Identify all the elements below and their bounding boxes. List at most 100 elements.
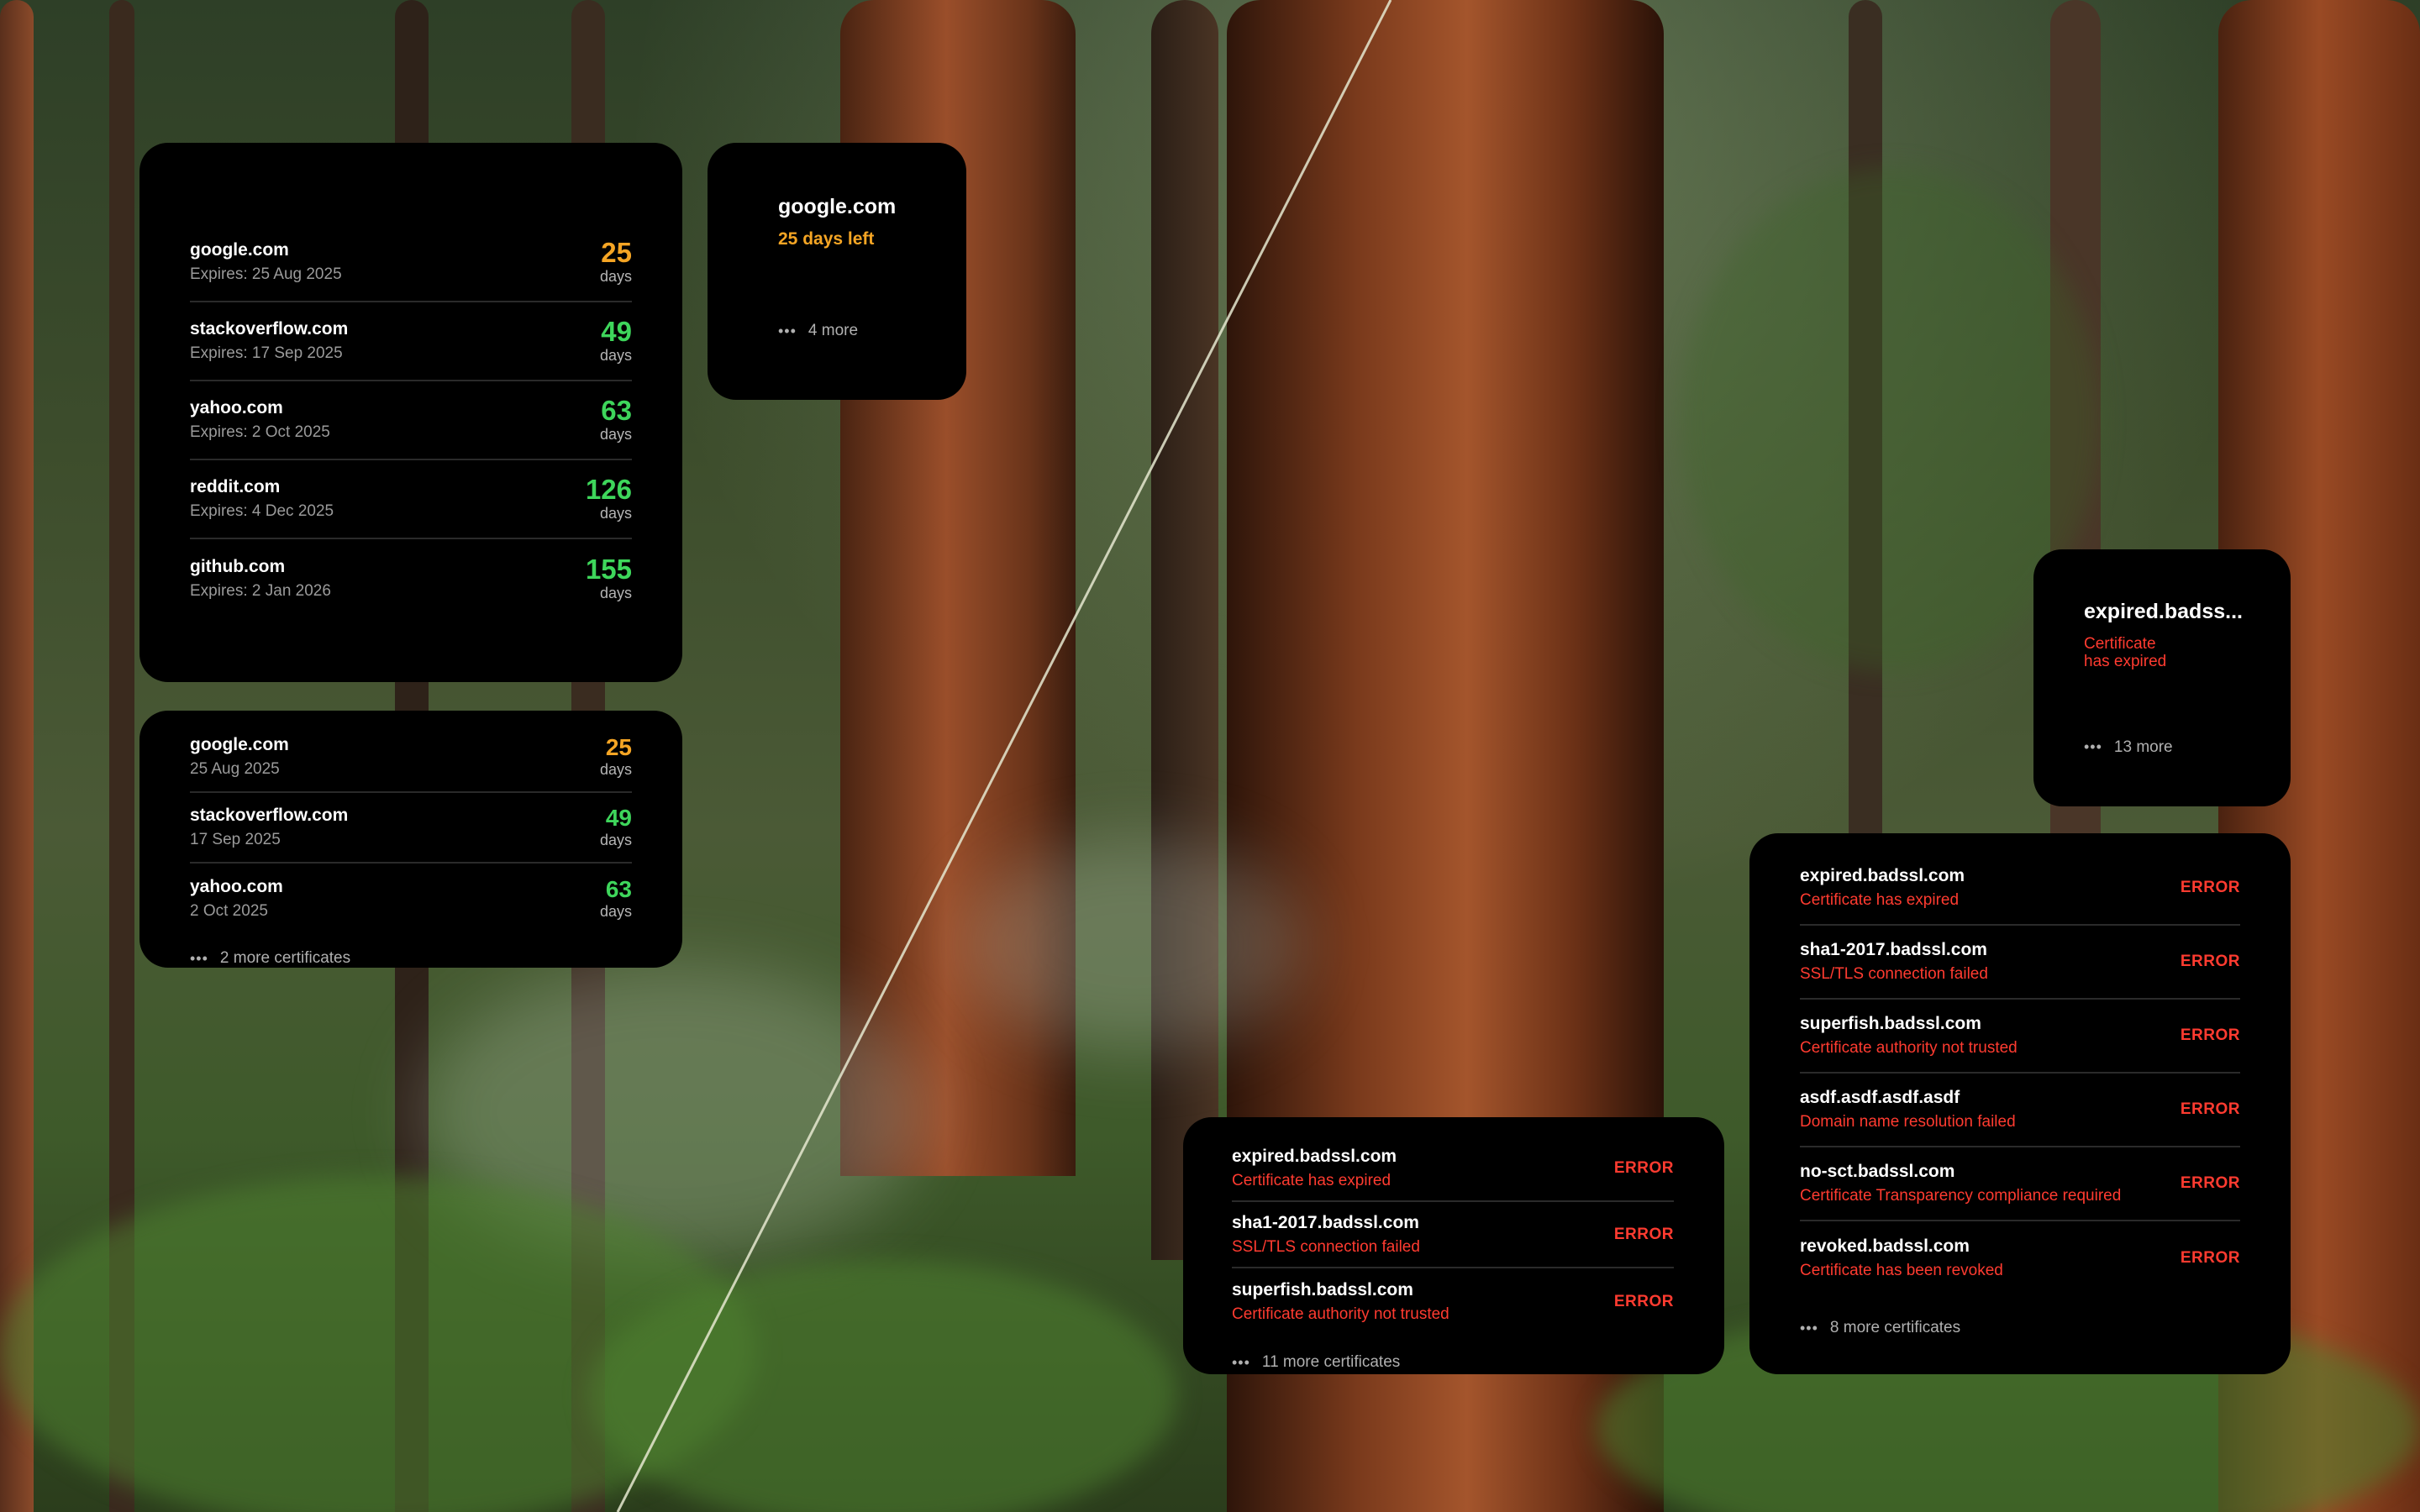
error-message: SSL/TLS connection failed [1232, 1237, 1420, 1256]
days-unit: days [599, 902, 632, 920]
domain-name: yahoo.com [190, 877, 283, 896]
days-remaining: 25 [605, 733, 632, 760]
days-unit: days [599, 760, 632, 778]
domain-name: github.com [190, 557, 286, 576]
domain-name: sha1-2017.badssl.com [1800, 940, 1987, 959]
error-message: Certificate has expired [1800, 891, 1960, 909]
days-left-label: 25 days left [778, 229, 875, 249]
expiry-date: 25 Aug 2025 [190, 760, 280, 778]
error-badge: ERROR [2180, 1249, 2240, 1267]
error-row[interactable]: asdf.asdf.asdf.asdf Domain name resoluti… [1800, 1074, 2240, 1147]
certificate-widget-small[interactable]: google.com 25 days left ••• 4 more [708, 143, 966, 400]
domain-name: expired.badssl.com [1232, 1146, 1397, 1166]
error-badge: ERROR [2180, 1026, 2240, 1044]
domain-name: google.com [190, 735, 289, 754]
domain-name: expired.badss... [2084, 600, 2243, 623]
domain-name: stackoverflow.com [190, 806, 349, 825]
more-count: 8 more certificates [1829, 1319, 1961, 1336]
domain-name: google.com [190, 240, 289, 260]
ellipsis-icon: ••• [190, 949, 208, 967]
days-unit: days [599, 426, 632, 443]
domain-name: reddit.com [190, 477, 281, 496]
more-indicator: ••• 4 more [778, 322, 966, 340]
error-message: Certificate has expired [1232, 1171, 1392, 1189]
error-badge: ERROR [2180, 1174, 2240, 1192]
more-indicator: ••• 2 more certificates [190, 949, 632, 968]
error-message: Domain name resolution failed [1800, 1113, 2016, 1131]
error-row[interactable]: expired.badssl.com Certificate has expir… [1232, 1136, 1674, 1202]
domain-name: sha1-2017.badssl.com [1232, 1212, 1419, 1232]
certificate-error-widget-small[interactable]: expired.badss... Certificate has expired… [2033, 549, 2291, 806]
error-message-line: has expired [2084, 652, 2167, 670]
domain-name: google.com [778, 195, 897, 218]
expiry-date: Expires: 25 Aug 2025 [190, 265, 342, 283]
more-count: 11 more certificates [1261, 1353, 1401, 1371]
error-row[interactable]: superfish.badssl.com Certificate authori… [1800, 1000, 2240, 1074]
days-remaining: 49 [605, 804, 632, 831]
days-unit: days [599, 831, 632, 848]
error-badge: ERROR [1613, 1158, 1674, 1177]
ellipsis-icon: ••• [1232, 1353, 1250, 1371]
certificate-error-widget-large[interactable]: expired.badssl.com Certificate has expir… [1749, 833, 2291, 1374]
error-row[interactable]: no-sct.badssl.com Certificate Transparen… [1800, 1147, 2240, 1221]
days-remaining: 155 [585, 554, 632, 585]
expiry-date: Expires: 2 Jan 2026 [190, 582, 331, 600]
certificate-error-widget-medium[interactable]: expired.badssl.com Certificate has expir… [1183, 1117, 1724, 1374]
expiry-date: 2 Oct 2025 [190, 902, 268, 920]
expiry-date: 17 Sep 2025 [190, 831, 281, 848]
domain-name: asdf.asdf.asdf.asdf [1800, 1088, 1960, 1107]
error-badge: ERROR [2180, 1100, 2240, 1118]
error-message: Certificate has been revoked [1800, 1262, 2003, 1279]
error-badge: ERROR [2180, 879, 2240, 896]
domain-name: revoked.badssl.com [1800, 1236, 1970, 1256]
error-message: Certificate authority not trusted [1232, 1305, 1449, 1323]
certificate-row[interactable]: yahoo.com 2 Oct 2025 63 days [190, 864, 632, 934]
error-row[interactable]: expired.badssl.com Certificate has expir… [1800, 852, 2240, 926]
expiry-date: Expires: 4 Dec 2025 [190, 502, 334, 520]
domain-name: expired.badssl.com [1800, 866, 1965, 885]
error-message: SSL/TLS connection failed [1800, 965, 1988, 983]
domain-name: no-sct.badssl.com [1800, 1162, 1955, 1181]
error-message-line: Certificate [2084, 635, 2156, 653]
days-unit: days [599, 505, 632, 522]
days-remaining: 126 [585, 474, 632, 505]
more-indicator: ••• 8 more certificates [1800, 1319, 2240, 1337]
expiry-date: Expires: 2 Oct 2025 [190, 423, 330, 441]
certificate-list-widget-medium[interactable]: google.com 25 Aug 2025 25 days stackover… [139, 711, 682, 968]
domain-name: yahoo.com [190, 398, 283, 417]
days-remaining: 25 [601, 237, 632, 268]
certificate-row[interactable]: google.com 25 Aug 2025 25 days [190, 722, 632, 793]
days-remaining: 49 [601, 316, 632, 347]
certificate-row[interactable]: google.com Expires: 25 Aug 2025 25 days [190, 223, 632, 302]
certificate-row[interactable]: yahoo.com Expires: 2 Oct 2025 63 days [190, 381, 632, 460]
more-count: 4 more [808, 322, 859, 339]
certificate-row[interactable]: reddit.com Expires: 4 Dec 2025 126 days [190, 460, 632, 539]
days-remaining: 63 [605, 875, 632, 902]
certificate-row[interactable]: stackoverflow.com Expires: 17 Sep 2025 4… [190, 302, 632, 381]
error-row[interactable]: revoked.badssl.com Certificate has been … [1800, 1221, 2240, 1295]
error-row[interactable]: sha1-2017.badssl.com SSL/TLS connection … [1800, 926, 2240, 1000]
error-message: Certificate authority not trusted [1800, 1039, 2018, 1057]
expiry-date: Expires: 17 Sep 2025 [190, 344, 343, 362]
more-count: 13 more [2113, 738, 2173, 756]
more-count: 2 more certificates [219, 949, 351, 967]
error-badge: ERROR [1613, 1292, 1674, 1310]
domain-name: superfish.badssl.com [1800, 1014, 1981, 1033]
error-row[interactable]: superfish.badssl.com Certificate authori… [1232, 1268, 1674, 1335]
ellipsis-icon: ••• [1800, 1319, 1818, 1336]
certificate-row[interactable]: github.com Expires: 2 Jan 2026 155 days [190, 539, 632, 618]
certificate-row[interactable]: stackoverflow.com 17 Sep 2025 49 days [190, 793, 632, 864]
error-row[interactable]: sha1-2017.badssl.com SSL/TLS connection … [1232, 1202, 1674, 1268]
domain-name: superfish.badssl.com [1232, 1279, 1413, 1299]
error-message: Certificate has expired [2084, 635, 2291, 671]
days-remaining: 63 [601, 395, 632, 426]
days-unit: days [599, 268, 632, 285]
more-indicator: ••• 11 more certificates [1232, 1353, 1674, 1372]
certificate-list-widget-large[interactable]: google.com Expires: 25 Aug 2025 25 days … [139, 143, 682, 682]
days-unit: days [599, 585, 632, 601]
error-badge: ERROR [1613, 1225, 1674, 1243]
days-unit: days [599, 347, 632, 364]
domain-name: stackoverflow.com [190, 319, 349, 339]
more-indicator: ••• 13 more [2084, 738, 2291, 757]
ellipsis-icon: ••• [2084, 738, 2102, 756]
